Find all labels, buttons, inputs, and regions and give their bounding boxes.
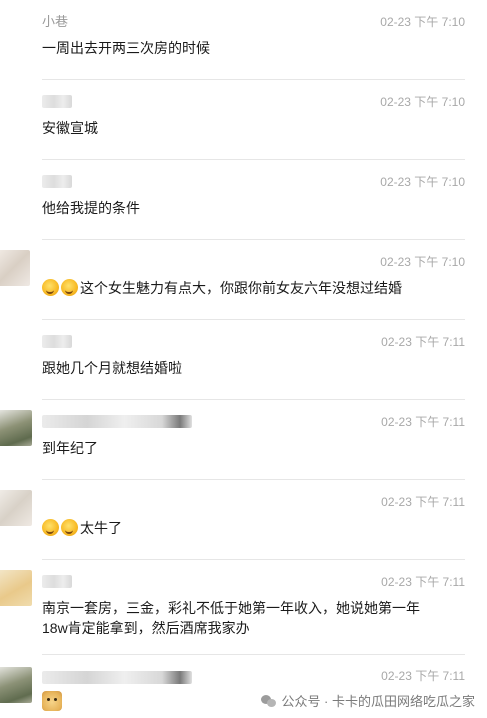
crying-laughing-emoji-icon [42,519,59,536]
watermark: 公众号 · 卡卡的瓜田网络吃瓜之家 [261,691,475,710]
sender-name-redacted[interactable] [42,671,192,684]
message-item: 小巷 02-23 下午 7:10 一周出去开两三次房的时候 [0,0,487,80]
doge-emoji-icon [42,691,62,711]
message-text: 跟她几个月就想结婚啦 [42,360,182,376]
message-time: 02-23 下午 7:11 [381,335,465,349]
message-item: 02-23 下午 7:11 南京一套房，三金，彩礼不低于她第一年收入，她说她第一… [0,560,487,655]
message-text: 南京一套房，三金，彩礼不低于她第一年收入，她说她第一年18w肯定能拿到，然后酒席… [42,600,420,636]
message-time: 02-23 下午 7:11 [381,495,465,509]
sender-name[interactable]: 小巷 [42,14,68,30]
message-time: 02-23 下午 7:10 [380,255,465,269]
sender-name-redacted[interactable] [42,95,72,108]
wechat-icon [261,694,277,708]
message-text: 到年纪了 [42,440,98,456]
message-item: 02-23 下午 7:10 他给我提的条件 [0,160,487,240]
sender-name-redacted[interactable] [42,575,72,588]
message-text-content: 太牛了 [80,520,122,536]
avatar[interactable] [0,667,32,703]
message-time: 02-23 下午 7:11 [381,415,465,429]
crying-laughing-emoji-icon [61,279,78,296]
sender-name-redacted[interactable] [42,415,192,428]
watermark-text: 公众号 · 卡卡的瓜田网络吃瓜之家 [281,694,475,709]
message-item: 02-23 下午 7:11 到年纪了 [0,400,487,480]
message-item: 02-23 下午 7:11 跟她几个月就想结婚啦 [0,320,487,400]
message-text: 一周出去开两三次房的时候 [42,40,210,56]
crying-laughing-emoji-icon [42,279,59,296]
message-time: 02-23 下午 7:10 [380,95,465,109]
avatar[interactable] [0,410,32,446]
message-text: 安徽宣城 [42,120,98,136]
message-text-content: 这个女生魅力有点大，你跟你前女友六年没想过结婚 [80,280,402,296]
sender-name-redacted[interactable] [42,335,72,348]
avatar[interactable] [0,250,30,286]
avatar[interactable] [0,490,32,526]
message-time: 02-23 下午 7:10 [380,15,465,29]
message-text: 这个女生魅力有点大，你跟你前女友六年没想过结婚 [42,278,442,298]
message-text: 太牛了 [42,518,442,538]
message-time: 02-23 下午 7:11 [381,669,465,683]
message-item: 02-23 下午 7:10 这个女生魅力有点大，你跟你前女友六年没想过结婚 [0,240,487,320]
message-item: 02-23 下午 7:10 安徽宣城 [0,80,487,160]
sender-name-redacted[interactable] [42,175,72,188]
message-text: 他给我提的条件 [42,200,140,216]
avatar[interactable] [0,570,32,606]
message-time: 02-23 下午 7:10 [380,175,465,189]
message-item: 02-23 下午 7:11 太牛了 [0,480,487,560]
message-time: 02-23 下午 7:11 [381,575,465,589]
crying-laughing-emoji-icon [61,519,78,536]
